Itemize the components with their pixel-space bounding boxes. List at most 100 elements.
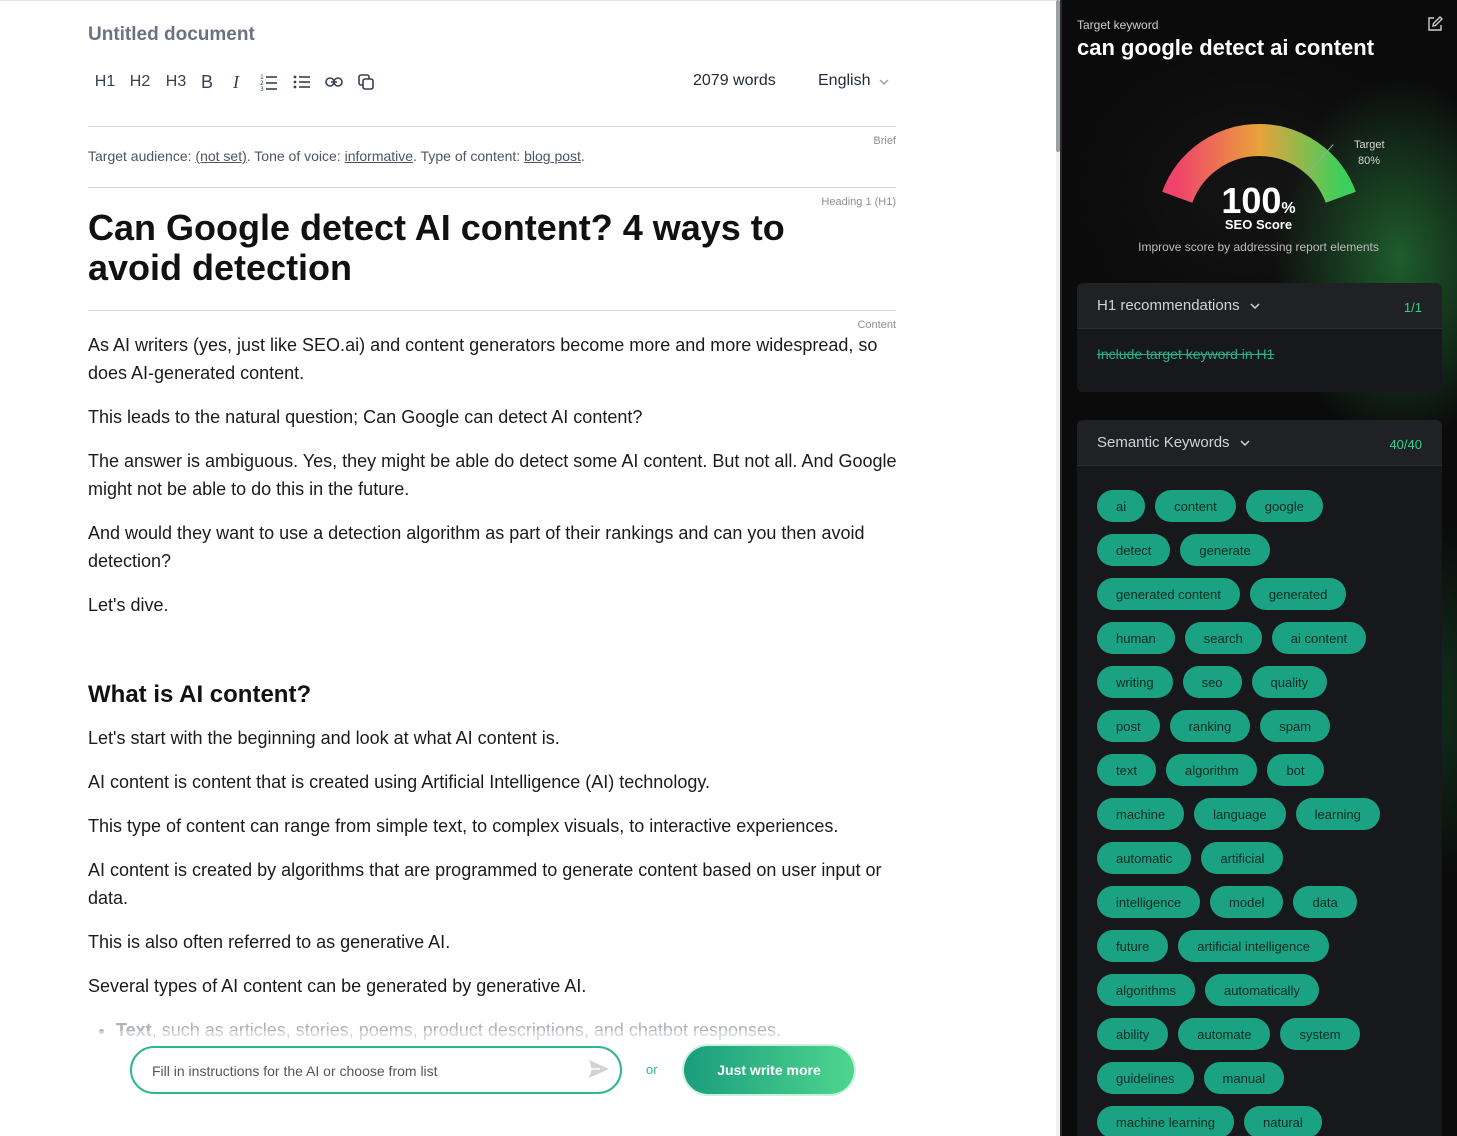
h1-recommendations-toggle[interactable]: H1 recommendations 1/1 bbox=[1077, 283, 1442, 329]
send-icon bbox=[589, 1060, 609, 1078]
keyword-chip[interactable]: google bbox=[1245, 490, 1323, 522]
content-body[interactable]: As AI writers (yes, just like SEO.ai) an… bbox=[88, 331, 898, 1044]
paragraph[interactable]: This type of content can range from simp… bbox=[88, 812, 898, 840]
paragraph[interactable]: Let's dive. bbox=[88, 591, 898, 619]
keyword-row: detect generate bbox=[1097, 534, 1427, 566]
link-icon bbox=[325, 77, 343, 87]
paragraph[interactable]: The answer is ambiguous. Yes, they might… bbox=[88, 447, 898, 503]
keyword-chip[interactable]: human bbox=[1097, 622, 1175, 654]
tone-prefix: . Tone of voice: bbox=[246, 148, 345, 164]
semantic-keywords-toggle[interactable]: Semantic Keywords 40/40 bbox=[1077, 420, 1442, 466]
keyword-chip[interactable]: seo bbox=[1182, 666, 1242, 698]
keyword-chip[interactable]: model bbox=[1210, 886, 1284, 918]
content-label: Content bbox=[857, 319, 896, 331]
keyword-chip[interactable]: post bbox=[1097, 710, 1160, 742]
seo-score-label: SEO Score bbox=[1224, 217, 1293, 232]
paragraph[interactable]: Several types of AI content can be gener… bbox=[88, 972, 898, 1000]
h2-button[interactable]: H2 bbox=[127, 70, 153, 94]
keyword-chip[interactable]: search bbox=[1184, 622, 1262, 654]
panel-title-wrap: Semantic Keywords bbox=[1097, 434, 1250, 451]
keyword-row: intelligence model data bbox=[1097, 886, 1427, 918]
paragraph[interactable]: As AI writers (yes, just like SEO.ai) an… bbox=[88, 331, 898, 387]
bullet-list-button[interactable] bbox=[292, 70, 312, 94]
keyword-chip[interactable]: algorithm bbox=[1165, 754, 1258, 786]
keyword-chip[interactable]: ai bbox=[1097, 490, 1146, 522]
seo-sidebar: Target keyword can google detect ai cont… bbox=[1060, 0, 1457, 1136]
keyword-chip[interactable]: generate bbox=[1180, 534, 1270, 566]
keyword-chip[interactable]: ability bbox=[1097, 1018, 1169, 1050]
keyword-chip[interactable]: ai content bbox=[1271, 622, 1367, 654]
keyword-chip[interactable]: automatically bbox=[1204, 974, 1319, 1006]
just-write-more-button[interactable]: Just write more bbox=[684, 1046, 854, 1094]
chevron-down-icon bbox=[1240, 439, 1250, 446]
h3-button[interactable]: H3 bbox=[163, 70, 189, 94]
italic-button[interactable]: I bbox=[228, 70, 244, 94]
keyword-chip[interactable]: future bbox=[1097, 930, 1169, 962]
keyword-chip[interactable]: algorithms bbox=[1097, 974, 1195, 1006]
type-link[interactable]: blog post bbox=[524, 148, 581, 164]
keyword-chip[interactable]: data bbox=[1293, 886, 1357, 918]
h2-heading[interactable]: What is AI content? bbox=[88, 680, 898, 710]
paragraph[interactable]: AI content is content that is created us… bbox=[88, 768, 898, 796]
paragraph[interactable]: And would they want to use a detection a… bbox=[88, 519, 898, 575]
send-button[interactable] bbox=[588, 1059, 610, 1084]
tone-link[interactable]: informative bbox=[345, 148, 413, 164]
semantic-keywords-panel: Semantic Keywords 40/40 ai content google d… bbox=[1077, 420, 1442, 1136]
paragraph[interactable]: This leads to the natural question; Can … bbox=[88, 403, 898, 431]
keyword-chip[interactable]: system bbox=[1280, 1018, 1360, 1050]
audience-prefix: Target audience: bbox=[88, 148, 196, 164]
keyword-row: ai content google bbox=[1097, 490, 1427, 522]
keyword-chip[interactable]: automatic bbox=[1097, 842, 1192, 874]
audience-link[interactable]: (not set) bbox=[195, 148, 246, 164]
keyword-chip[interactable]: ranking bbox=[1169, 710, 1251, 742]
target-label: Target bbox=[1354, 139, 1385, 151]
paragraph[interactable]: AI content is created by algorithms that… bbox=[88, 856, 898, 912]
keyword-chip[interactable]: manual bbox=[1203, 1062, 1285, 1094]
chevron-down-icon bbox=[879, 78, 890, 85]
keyword-row: generated content generated bbox=[1097, 578, 1427, 610]
language-select[interactable]: English bbox=[818, 72, 890, 90]
keyword-chip[interactable]: intelligence bbox=[1097, 886, 1201, 918]
paragraph[interactable]: Let's start with the beginning and look … bbox=[88, 724, 898, 752]
keyword-chip[interactable]: content bbox=[1155, 490, 1236, 522]
keyword-chip[interactable]: natural bbox=[1244, 1106, 1322, 1136]
keyword-row: future artificial intelligence bbox=[1097, 930, 1427, 962]
keyword-chip[interactable]: spam bbox=[1260, 710, 1331, 742]
keyword-chip[interactable]: guidelines bbox=[1097, 1062, 1194, 1094]
semantic-keywords-count: 40/40 bbox=[1389, 437, 1422, 452]
keyword-list: ai content google detect generate generated c… bbox=[1097, 490, 1427, 1136]
keyword-chip[interactable]: machine bbox=[1097, 798, 1185, 830]
heading-label: Heading 1 (H1) bbox=[821, 196, 896, 208]
keyword-row: guidelines manual bbox=[1097, 1062, 1427, 1094]
keyword-chip[interactable]: writing bbox=[1097, 666, 1173, 698]
type-prefix: . Type of content: bbox=[413, 148, 525, 164]
ordered-list-button[interactable]: 123 bbox=[259, 70, 279, 94]
sidebar-edge bbox=[1060, 0, 1062, 1136]
paragraph[interactable]: This is also often referred to as genera… bbox=[88, 928, 898, 956]
editor-pane: Untitled document H1 H2 H3 B I 123 2079 … bbox=[0, 0, 1060, 1136]
document-title[interactable]: Untitled document bbox=[88, 24, 255, 46]
keyword-chip[interactable]: bot bbox=[1267, 754, 1324, 786]
edit-icon[interactable] bbox=[1427, 16, 1443, 37]
link-button[interactable] bbox=[324, 70, 344, 94]
keyword-chip[interactable]: artificial intelligence bbox=[1178, 930, 1329, 962]
ai-instruction-input[interactable] bbox=[152, 1060, 572, 1082]
recommendation-item[interactable]: Include target keyword in H1 bbox=[1097, 346, 1274, 362]
keyword-chip[interactable]: detect bbox=[1097, 534, 1171, 566]
keyword-chip[interactable]: automate bbox=[1178, 1018, 1271, 1050]
keyword-row: text algorithm bot bbox=[1097, 754, 1427, 786]
keyword-chip[interactable]: artificial bbox=[1201, 842, 1284, 874]
keyword-chip[interactable]: generated content bbox=[1097, 578, 1240, 610]
keyword-chip[interactable]: text bbox=[1097, 754, 1156, 786]
bold-button[interactable]: B bbox=[198, 70, 216, 94]
h1-heading[interactable]: Can Google detect AI content? 4 ways to … bbox=[88, 208, 828, 288]
keyword-row: ability automate system bbox=[1097, 1018, 1427, 1050]
keyword-chip[interactable]: quality bbox=[1251, 666, 1328, 698]
keyword-chip[interactable]: machine learning bbox=[1097, 1106, 1235, 1136]
keyword-chip[interactable]: learning bbox=[1295, 798, 1380, 830]
keyword-chip[interactable]: generated bbox=[1249, 578, 1347, 610]
target-value: 80% bbox=[1358, 155, 1381, 167]
h1-button[interactable]: H1 bbox=[92, 70, 118, 94]
keyword-chip[interactable]: language bbox=[1194, 798, 1286, 830]
copy-button[interactable] bbox=[356, 70, 376, 94]
